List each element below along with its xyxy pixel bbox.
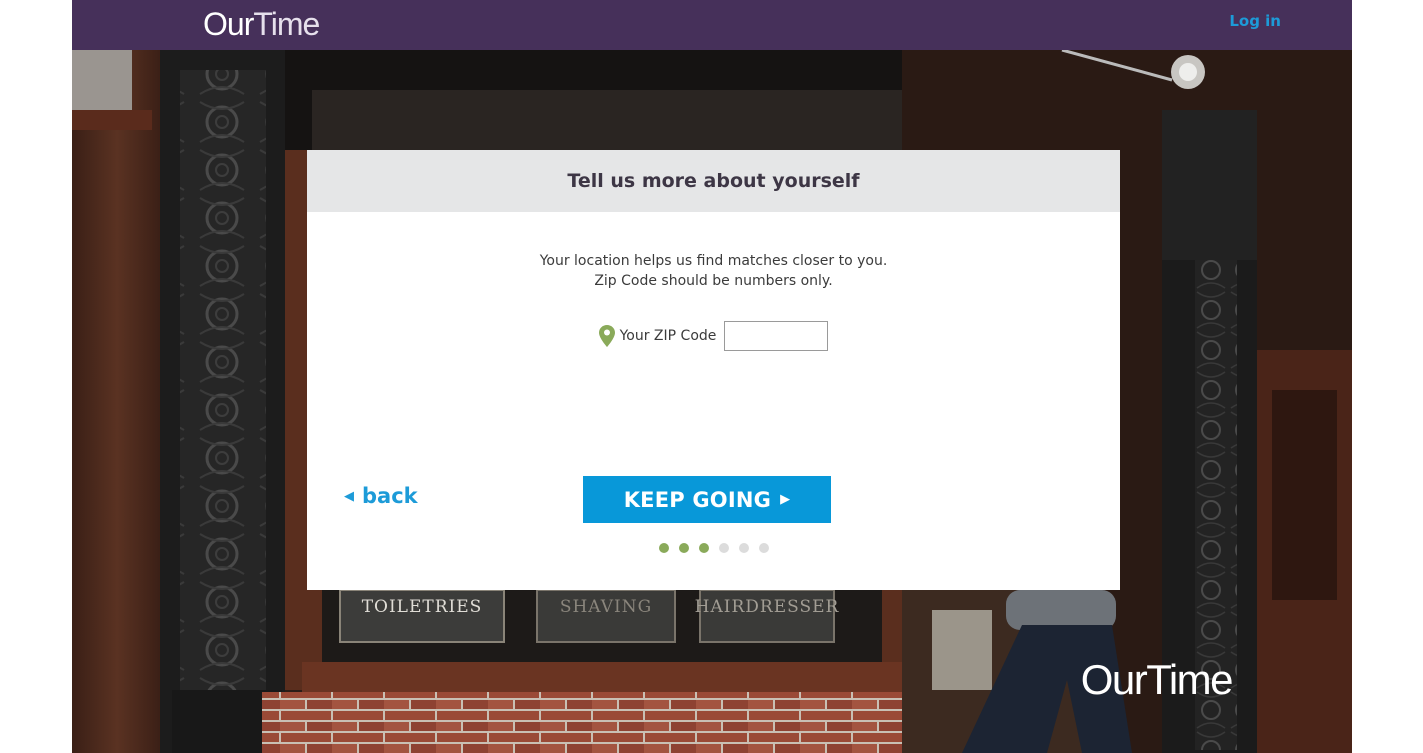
progress-dot [758,543,769,553]
watermark-text-our: Our [1080,656,1148,703]
modal-header: Tell us more about yourself [307,150,1120,212]
logo-text-time: Time [253,6,320,42]
zip-code-label: Your ZIP Code [619,328,717,344]
login-link[interactable]: Log in [1229,12,1281,30]
zip-code-input[interactable] [724,321,829,351]
triangle-left-icon: ◀ [344,488,354,504]
sign-toiletries: TOILETRIES [362,597,483,617]
back-label: back [362,484,418,508]
top-navigation-bar: OurTime Log in [72,0,1352,50]
keep-going-button[interactable]: KEEP GOING ▶ [583,476,831,523]
back-link[interactable]: ◀ back [344,484,418,508]
intro-line-1: Your location helps us find matches clos… [539,253,888,269]
ourtime-watermark-logo: OurTime [1080,656,1234,703]
progress-dot [698,543,709,553]
modal-title: Tell us more about yourself [567,170,860,192]
page-wrapper: OurTime Log in TOILETRIES SHAVING HAIRDR… [72,0,1352,753]
sign-hairdresser: HAIRDRESSER [695,597,840,617]
sign-shaving: SHAVING [560,597,652,617]
progress-dot [718,543,729,553]
location-pin-icon [598,325,615,347]
profile-step-modal: Tell us more about yourself Your locatio… [307,150,1120,590]
watermark-text-time: Time [1146,656,1233,703]
ourtime-logo[interactable]: OurTime [203,5,320,43]
intro-line-2: Zip Code should be numbers only. [594,273,833,289]
progress-dot [738,543,749,553]
progress-dot [678,543,689,553]
zip-code-row: Your ZIP Code [307,321,1120,351]
keep-going-label: KEEP GOING [623,487,772,512]
triangle-right-icon: ▶ [780,492,791,507]
progress-dot [658,543,669,553]
progress-dots [307,543,1120,553]
location-intro: Your location helps us find matches clos… [307,251,1120,291]
logo-text-our: Our [203,6,254,42]
